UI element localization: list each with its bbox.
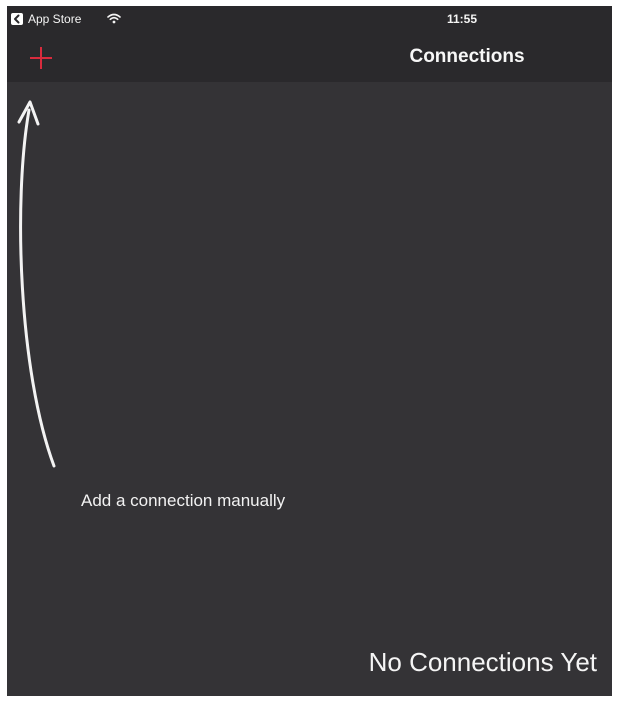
chevron-left-icon [14, 14, 20, 24]
status-bar: App Store 11:55 [7, 6, 612, 34]
plus-icon [30, 47, 52, 69]
page-title: Connections [409, 46, 525, 67]
back-app-label[interactable]: App Store [28, 12, 81, 26]
empty-state-message: No Connections Yet [368, 647, 597, 677]
add-connection-hint: Add a connection manually [81, 491, 286, 510]
back-to-app-button[interactable] [11, 13, 23, 25]
connections-screen: App Store 11:55 Connections Add a connec… [7, 6, 612, 696]
status-time: 11:55 [447, 12, 478, 26]
navigation-bar: Connections [7, 34, 612, 82]
add-connection-button[interactable] [27, 44, 55, 72]
curved-arrow-icon [17, 100, 56, 468]
wifi-icon [107, 13, 121, 24]
